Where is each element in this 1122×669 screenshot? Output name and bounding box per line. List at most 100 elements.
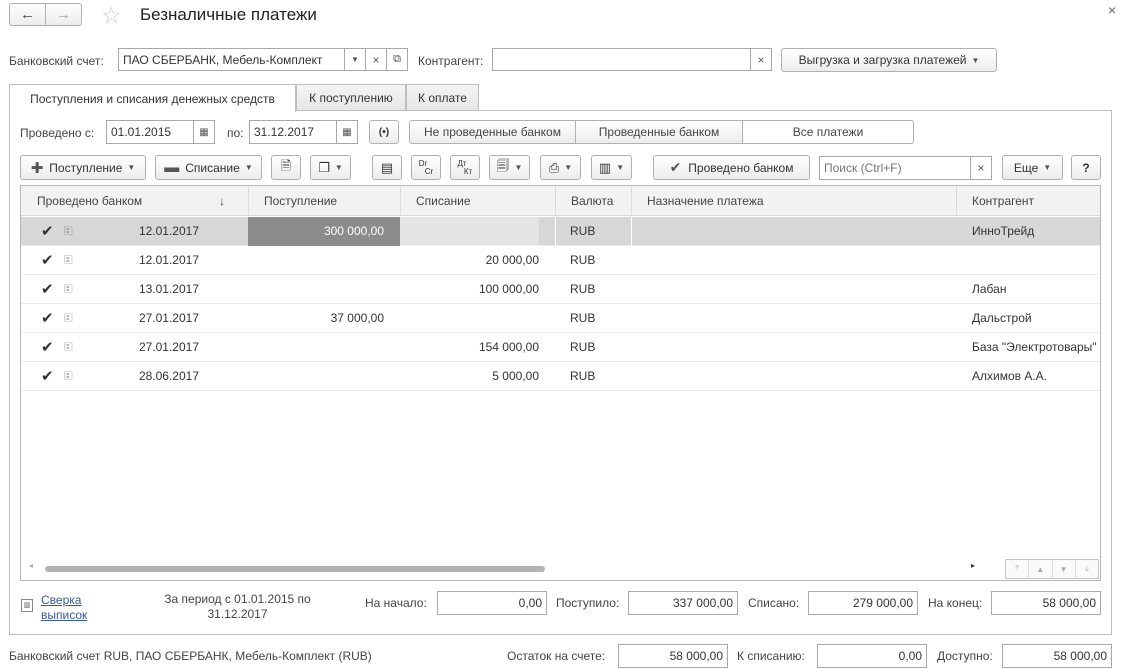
period-select-button[interactable]: (•) (369, 120, 399, 144)
bank-done-button[interactable]: ✔ Проведено банком (653, 155, 810, 180)
to-writeoff-field: 0,00 (817, 644, 927, 668)
column-currency[interactable]: Валюта (555, 186, 632, 216)
cell-purpose (647, 275, 952, 304)
tab-receipts-and-writeoffs[interactable]: Поступления и списания денежных средств (9, 84, 296, 112)
export-import-payments-button[interactable]: Выгрузка и загрузка платежей ▼ (781, 48, 997, 72)
column-purpose[interactable]: Назначение платежа (631, 186, 957, 216)
bank-account-dropdown-button[interactable]: ▼ (344, 48, 366, 71)
document-icon: 🗉 (64, 311, 73, 325)
period-from-value: 01.01.2015 (111, 125, 172, 139)
tab-to-pay[interactable]: К оплате (406, 84, 479, 111)
to-writeoff-label: К списанию: (737, 649, 805, 663)
table-row[interactable]: ✔ 🗉 28.06.2017 5 000,00 RUB Алхимов А.А. (21, 362, 1100, 391)
period-from-calendar-button[interactable]: ▦ (193, 120, 215, 144)
bank-account-value: ПАО СБЕРБАНК, Мебель-Комплект (123, 52, 323, 67)
column-writeoff[interactable]: Списание (400, 186, 556, 216)
to-writeoff-value: 0,00 (898, 649, 922, 663)
cell-writeoff: 20 000,00 (485, 253, 539, 267)
received-value: 337 000,00 (672, 596, 733, 610)
scroll-down-icon[interactable]: ▼ (1053, 560, 1076, 578)
tab-label: К поступлению (309, 91, 393, 105)
segment-bank-done[interactable]: Проведенные банком (575, 120, 743, 144)
cell-counterparty: ИнноТрейд (972, 224, 1035, 238)
period-to-label: по: (227, 126, 244, 140)
column-bank-done[interactable]: Проведено банком ↓ (21, 186, 249, 216)
bank-done-label: Проведено банком (688, 160, 794, 175)
caret-down-icon: ▼ (616, 163, 625, 172)
tab-label: Поступления и списания денежных средств (30, 91, 275, 106)
caret-down-icon: ▼ (351, 55, 359, 64)
table-row[interactable]: ✔ 🗉 12.01.2017 20 000,00 RUB (21, 246, 1100, 275)
more-button[interactable]: Еще ▼ (1002, 155, 1063, 180)
scroll-first-icon[interactable]: ⤒ (1006, 560, 1030, 578)
help-button[interactable]: ? (1071, 155, 1101, 180)
tab-label: К оплате (418, 91, 467, 105)
period-from-field[interactable]: 01.01.2015 (106, 120, 194, 144)
sort-arrow-icon: ↓ (219, 194, 225, 208)
add-receipt-button[interactable]: ✚ Поступление ▼ (20, 155, 146, 180)
dt-kt-button[interactable]: Дт Кт (450, 155, 480, 180)
written-off-field: 279 000,00 (808, 591, 918, 615)
account-balance-field: 58 000,00 (618, 644, 728, 668)
counterparty-field[interactable] (492, 48, 751, 71)
segment-all-payments[interactable]: Все платежи (742, 120, 914, 144)
back-button[interactable]: ← (9, 3, 46, 26)
period-to-calendar-button[interactable]: ▦ (336, 120, 358, 144)
column-counterparty[interactable]: Контрагент (956, 186, 1100, 216)
caret-down-icon: ▼ (514, 163, 523, 172)
copy-document-button[interactable]: 🗎 (271, 155, 301, 180)
table-row[interactable]: ✔ 🗉 27.01.2017 154 000,00 RUB База "Электрото… (21, 333, 1100, 362)
cell-counterparty: База "Электротовары" (972, 340, 1097, 354)
column-label: Проведено банком (37, 194, 143, 208)
scroll-left-icon[interactable]: ◂ (29, 561, 33, 570)
forward-button[interactable]: → (45, 3, 82, 26)
bank-account-clear-button[interactable]: × (365, 48, 387, 71)
row-status-cell: ✔ 🗉 (21, 246, 116, 275)
cell-currency: RUB (570, 253, 596, 267)
dr-cr-button[interactable]: Dr Cr (411, 155, 441, 180)
close-icon[interactable]: × (1108, 2, 1116, 18)
period-line: 31.12.2017 (207, 607, 268, 621)
scroll-up-icon[interactable]: ▲ (1029, 560, 1053, 578)
written-off-value: 279 000,00 (852, 596, 913, 610)
horizontal-scrollbar[interactable]: ◂ ▸ (27, 561, 977, 575)
caret-down-icon: ▼ (1043, 163, 1052, 172)
counterparty-label: Контрагент: (418, 54, 484, 68)
cell-writeoff: 100 000,00 (478, 282, 539, 296)
start-balance-field: 0,00 (437, 591, 547, 615)
cell-currency: RUB (570, 340, 596, 354)
document-icon: 🗉 (64, 224, 73, 238)
add-writeoff-button[interactable]: ▬ Списание ▼ (155, 155, 262, 180)
segment-not-bank-done[interactable]: Не проведенные банком (409, 120, 576, 144)
tab-to-receive[interactable]: К поступлению (296, 84, 406, 111)
reconcile-statements-link[interactable]: Сверка выписок (41, 593, 87, 623)
column-receipt[interactable]: Поступление (248, 186, 401, 216)
bank-account-field[interactable]: ПАО СБЕРБАНК, Мебель-Комплект (118, 48, 345, 71)
report-icon: 🗐 (496, 157, 510, 173)
print-button[interactable]: ⎙ ▼ (540, 155, 581, 180)
attachments-button[interactable]: ▥ ▼ (591, 155, 632, 180)
table-row[interactable]: ✔ 🗉 27.01.2017 37 000,00 RUB Дальстрой (21, 304, 1100, 333)
scroll-right-icon[interactable]: ▸ (971, 561, 975, 570)
bank-account-open-button[interactable]: ⧉ (386, 48, 408, 71)
search-input[interactable] (819, 156, 971, 180)
search-clear-button[interactable]: × (970, 156, 992, 180)
favorite-star-icon[interactable]: ☆ (101, 2, 122, 29)
period-to-field[interactable]: 31.12.2017 (249, 120, 337, 144)
journal-button[interactable]: ▤ (372, 155, 402, 180)
table-row[interactable]: ✔ 🗉 12.01.2017 300 000,00 RUB ИнноТрейд (21, 217, 1100, 246)
counterparty-clear-button[interactable]: × (750, 48, 772, 71)
create-based-on-button[interactable]: ❐ ▼ (310, 155, 351, 180)
account-balance-label: Остаток на счете: (507, 649, 606, 663)
arrow-left-icon: ← (20, 6, 35, 23)
cell-counterparty (972, 246, 1100, 275)
bank-account-label: Банковский счет: (9, 54, 104, 68)
table-row[interactable]: ✔ 🗉 13.01.2017 100 000,00 RUB Лабан (21, 275, 1100, 304)
reports-button[interactable]: 🗐 ▼ (489, 155, 530, 180)
scroll-last-icon[interactable]: ⤓ (1076, 560, 1098, 578)
plus-icon: ✚ (30, 159, 44, 177)
link-line: Сверка (41, 593, 82, 607)
document-icon: 🗉 (64, 369, 73, 383)
column-label: Валюта (571, 194, 614, 208)
scrollbar-thumb[interactable] (45, 566, 545, 572)
